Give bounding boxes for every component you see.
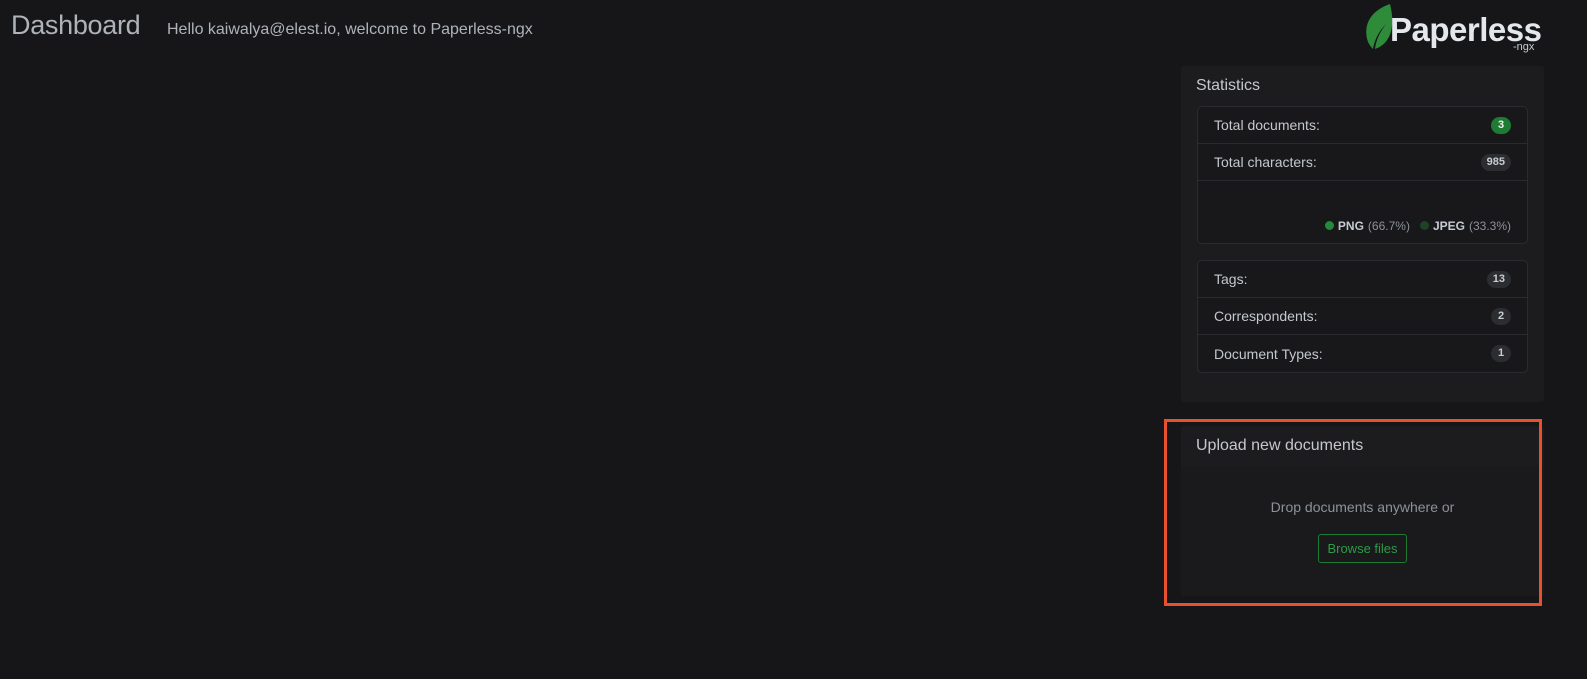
legend-item-jpeg: JPEG (33.3%)	[1419, 218, 1511, 233]
upload-widget[interactable]: Upload new documents Drop documents anyw…	[1181, 426, 1544, 596]
paperless-logo[interactable]: Paperless -ngx	[1360, 2, 1550, 56]
tags-label: Tags:	[1214, 271, 1248, 287]
statistics-title: Statistics	[1196, 77, 1261, 94]
legend-name: PNG	[1337, 218, 1364, 233]
logo-suffix: -ngx	[1513, 41, 1535, 53]
welcome-message: Hello kaiwalya@elest.io, welcome to Pape…	[167, 21, 533, 38]
upload-title: Upload new documents	[1196, 437, 1364, 454]
correspondents-label: Correspondents:	[1214, 308, 1318, 324]
total-documents-row: Total documents: 3	[1198, 107, 1527, 144]
document-stats-list: Total documents: 3 Total characters: 985…	[1197, 106, 1528, 244]
upload-drop-zone[interactable]: Drop documents anywhere or Browse files	[1181, 466, 1544, 596]
total-documents-badge: 3	[1491, 116, 1511, 134]
total-characters-row: Total characters: 985	[1198, 144, 1527, 181]
document-types-label: Document Types:	[1214, 345, 1323, 362]
page-title: Dashboard	[11, 10, 141, 40]
legend-dot-png	[1324, 221, 1334, 230]
correspondents-row[interactable]: Correspondents: 2	[1198, 298, 1527, 335]
browse-files-button[interactable]: Browse files	[1318, 534, 1407, 563]
legend-dot-jpeg	[1419, 221, 1429, 230]
correspondents-badge: 2	[1491, 307, 1511, 325]
statistics-widget: Statistics Total documents: 3 Total char…	[1181, 66, 1544, 402]
legend-item-png: PNG (66.7%)	[1324, 218, 1410, 233]
file-type-legend: PNG (66.7%) JPEG (33.3%)	[1324, 218, 1511, 233]
total-characters-badge: 985	[1480, 153, 1511, 171]
drop-instructions: Drop documents anywhere or	[1270, 499, 1455, 515]
total-documents-label: Total documents:	[1214, 117, 1320, 133]
legend-name: JPEG	[1432, 218, 1465, 233]
total-characters-label: Total characters:	[1214, 154, 1317, 170]
tags-row[interactable]: Tags: 13	[1198, 261, 1527, 298]
document-types-badge: 1	[1491, 345, 1511, 362]
file-type-row: PNG (66.7%) JPEG (33.3%)	[1198, 181, 1527, 243]
legend-percent: (33.3%)	[1468, 218, 1511, 233]
legend-percent: (66.7%)	[1367, 218, 1410, 233]
metadata-stats-list: Tags: 13 Correspondents: 2 Document Type…	[1197, 260, 1528, 373]
document-types-row[interactable]: Document Types: 1	[1198, 335, 1527, 372]
tags-badge: 13	[1486, 270, 1511, 288]
